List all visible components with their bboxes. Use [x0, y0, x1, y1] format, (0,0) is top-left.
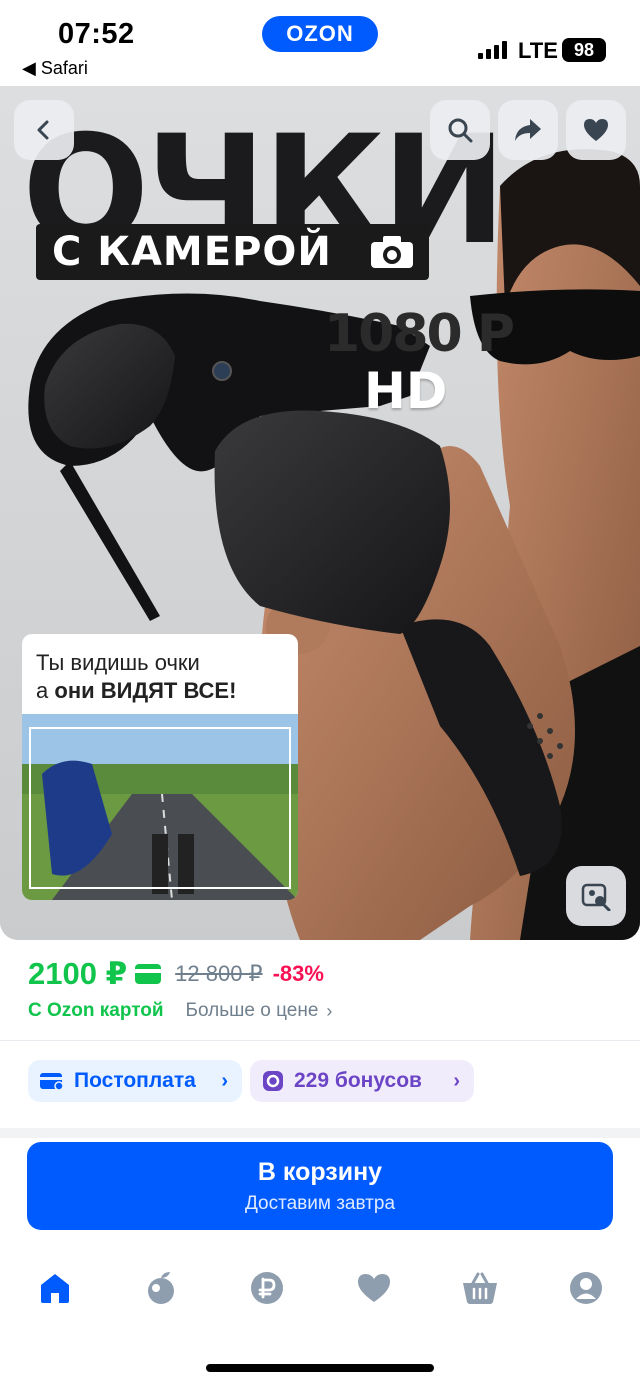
back-to-safari-link[interactable]: ◀ Safari — [22, 58, 88, 79]
status-bar: 07:52 ◀ Safari OZON LTE 98 — [0, 0, 640, 86]
postpay-label: Постоплата — [74, 1069, 196, 1092]
ozon-card-icon — [135, 964, 162, 984]
nav-home[interactable] — [33, 1266, 77, 1310]
current-price: 2100 ₽ — [28, 956, 128, 991]
promo-line-2-bold: они ВИДЯТ ВСЕ! — [54, 678, 237, 703]
chevron-right-icon: › — [453, 1069, 460, 1092]
back-button[interactable] — [14, 100, 74, 160]
resolution-label: 1080 P — [324, 304, 515, 364]
delivery-label: Доставим завтра — [244, 1193, 396, 1214]
back-icon — [37, 120, 49, 140]
image-search-button[interactable] — [566, 866, 626, 926]
bonuses-label: 229 бонусов — [294, 1069, 422, 1092]
nav-finance[interactable] — [245, 1266, 289, 1310]
chevron-right-icon: › — [221, 1069, 228, 1092]
cart-icon — [463, 1272, 497, 1304]
nav-fresh[interactable] — [139, 1266, 183, 1310]
profile-icon — [570, 1272, 602, 1304]
promo-line-1: Ты видишь очки — [36, 650, 200, 675]
postpay-chip[interactable]: Постоплата › — [28, 1060, 242, 1102]
image-search-icon — [581, 883, 611, 911]
chevron-right-icon: › — [326, 1000, 333, 1021]
add-to-cart-button[interactable]: В корзину Доставим завтра — [27, 1142, 613, 1230]
heart-icon — [584, 119, 608, 141]
more-about-price-link[interactable]: Больше о цене — [186, 1000, 319, 1022]
ozon-card-label: С Ozon картой — [28, 1000, 164, 1021]
status-time: 07:52 — [58, 18, 135, 50]
postpay-card-icon — [40, 1073, 64, 1091]
bottom-nav — [0, 1256, 640, 1320]
home-icon — [41, 1274, 69, 1303]
promo-line-2-prefix: а — [36, 678, 49, 703]
bonus-icon — [263, 1071, 283, 1091]
fresh-icon — [148, 1272, 174, 1304]
nav-profile[interactable] — [564, 1266, 608, 1310]
ozon-logo: OZON — [262, 16, 378, 52]
share-icon — [515, 119, 541, 141]
old-price: 12 800 ₽ — [175, 961, 263, 986]
nav-cart[interactable] — [458, 1266, 502, 1310]
share-button[interactable] — [498, 100, 558, 160]
favorites-icon — [358, 1274, 390, 1302]
add-to-cart-label: В корзину — [257, 1158, 383, 1186]
camera-banner-text: С КАМЕРОЙ — [52, 229, 332, 275]
section-separator — [0, 1128, 640, 1138]
home-indicator — [206, 1364, 434, 1372]
cyclist-pov-photo — [22, 714, 298, 900]
signal-icon — [478, 41, 507, 59]
promo-line-2: а они ВИДЯТ ВСЕ! — [36, 678, 236, 704]
network-type: LTE — [518, 38, 558, 63]
hd-label: HD — [364, 362, 448, 420]
ozon-card-row: С Ozon картой Больше о цене › — [28, 998, 332, 1024]
favorite-button[interactable] — [566, 100, 626, 160]
search-icon — [448, 118, 473, 143]
product-image[interactable]: ОЧКИ С КАМЕРОЙ 1080 P HD Ты видишь очки … — [0, 86, 640, 940]
divider — [0, 1040, 640, 1041]
battery-indicator: 98 — [562, 38, 606, 62]
price-row: 2100 ₽ 12 800 ₽ -83% — [28, 954, 324, 994]
camera-icon — [371, 236, 413, 268]
camera-banner: С КАМЕРОЙ — [36, 224, 429, 280]
bonuses-chip[interactable]: 229 бонусов › — [250, 1060, 474, 1102]
search-button[interactable] — [430, 100, 490, 160]
discount-badge: -83% — [272, 961, 324, 986]
nav-favorites[interactable] — [352, 1266, 396, 1310]
promo-card: Ты видишь очки а они ВИДЯТ ВСЕ! — [22, 634, 298, 900]
ruble-icon — [251, 1272, 283, 1304]
